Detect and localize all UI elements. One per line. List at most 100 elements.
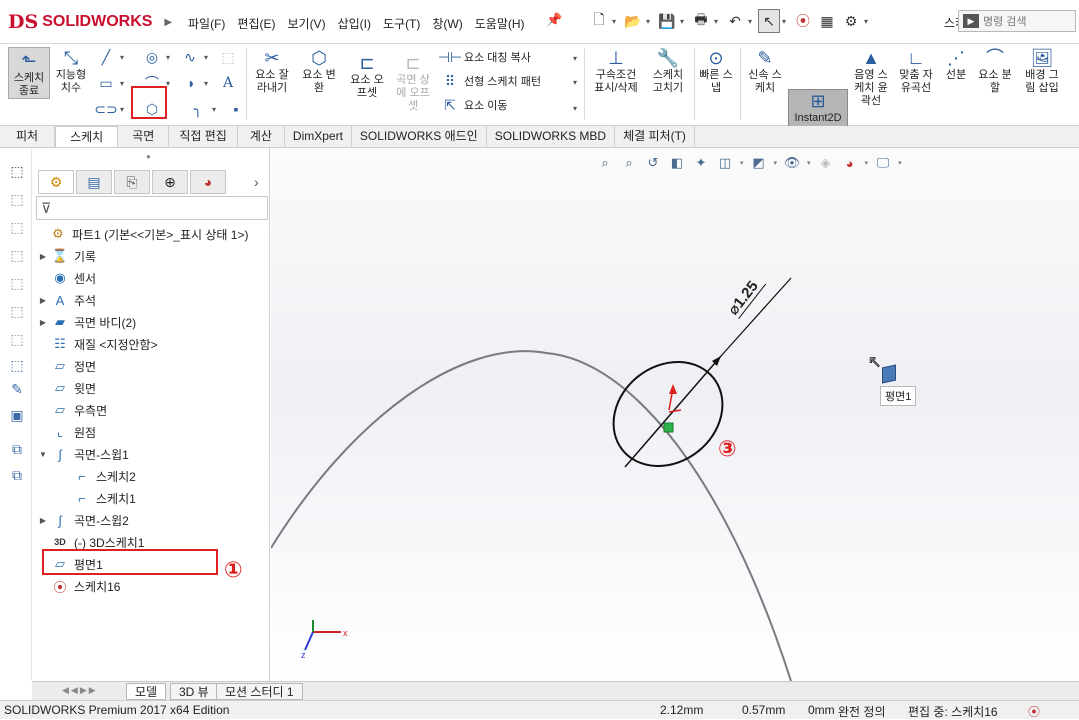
tree-item[interactable]: ▶ ∫ 곡면-스윕2	[36, 510, 129, 530]
tab-3d-view[interactable]: 3D 뷰	[170, 683, 218, 700]
tree-item[interactable]: ▱ 우측면	[36, 400, 107, 420]
copy-icon[interactable]: ⧉	[8, 466, 26, 484]
quick-snaps-button[interactable]: ⊙ 빠른 스 냅	[696, 47, 736, 95]
tab-dimxpert[interactable]: DimXpert	[285, 126, 352, 147]
chevron-down-icon[interactable]: ▾	[204, 53, 208, 62]
feature-manager-tab-icon[interactable]: ⚙	[38, 170, 74, 194]
move-entities-button[interactable]: ⇱ 요소 이동	[440, 96, 507, 114]
tree-item[interactable]: ⚙ 파트1 (기본<<기본>_표시 상태 1>)	[34, 224, 248, 244]
tree-item[interactable]: ▼ ∫ 곡면-스윕1	[36, 444, 129, 464]
open-icon[interactable]: 📂	[622, 9, 644, 33]
tree-item[interactable]: ⌐ 스케치1	[58, 488, 136, 508]
chevron-down-icon[interactable]: ▾	[612, 17, 620, 26]
split-entities-button[interactable]: ⌒ 요소 분 할	[974, 47, 1016, 95]
tree-item[interactable]: ◉ 센서	[36, 268, 96, 288]
solidworks-logo[interactable]: DS SOLIDWORKS ▶	[8, 10, 172, 34]
menu-window[interactable]: 창(W)	[426, 12, 468, 35]
box-icon[interactable]: ⬚	[8, 218, 26, 236]
tab-addins[interactable]: SOLIDWORKS 애드인	[352, 126, 487, 147]
configuration-manager-tab-icon[interactable]: ⎘	[114, 170, 150, 194]
tab-model[interactable]: 모델	[126, 683, 167, 700]
tab-direct-editing[interactable]: 직접 편집	[169, 126, 238, 147]
graphics-area[interactable]: ⌕ ⌕ ↺ ◧ ✦ ◫ ▾ ◩ ▾ 👁 ▾ ◈ ◕ ▾ 🖵 ▾ ⌀1.25 ↖ 평면1 ③…	[271, 148, 1079, 681]
tab-surfaces[interactable]: 곡면	[118, 126, 170, 147]
tree-item[interactable]: ⦿ 스케치16	[36, 576, 120, 596]
box-icon[interactable]: ⬚	[8, 274, 26, 292]
box-icon[interactable]: ⬚	[8, 302, 26, 320]
convert-entities-button[interactable]: ⬡ 요소 변 환	[298, 47, 340, 95]
chevron-down-icon[interactable]: ▾	[782, 17, 790, 26]
pin-icon[interactable]: 📌	[546, 12, 562, 28]
property-manager-tab-icon[interactable]: ▤	[76, 170, 112, 194]
rectangle-icon[interactable]: ▭	[96, 74, 116, 92]
copy-icon[interactable]: ⧉	[8, 440, 26, 458]
chevron-down-icon[interactable]: ▾	[166, 53, 170, 62]
tree-item[interactable]: ▱ 윗면	[36, 378, 96, 398]
filter-input[interactable]: ⊽	[36, 196, 268, 220]
tools-icon[interactable]: ✎	[8, 380, 26, 398]
box-icon[interactable]: ⬚	[8, 330, 26, 348]
chevron-down-icon[interactable]: ▼	[36, 450, 50, 459]
select-icon[interactable]: ⬚	[8, 356, 26, 374]
display-delete-relations-button[interactable]: ⊥ 구속조건 표시/삭제	[588, 47, 644, 95]
save-icon[interactable]: 💾	[656, 9, 678, 33]
print-icon[interactable]: 🖶	[690, 9, 712, 33]
chevron-down-icon[interactable]: ▾	[646, 17, 654, 26]
tab-sketch[interactable]: 스케치	[55, 126, 119, 147]
panel-grip-icon[interactable]: ●	[146, 152, 151, 161]
tab-mbd[interactable]: SOLIDWORKS MBD	[487, 126, 616, 147]
tree-item[interactable]: ☷ 재질 <지정안함>	[36, 334, 157, 354]
mirror-entities-button[interactable]: ⊣⊢ 요소 대칭 복사	[438, 48, 531, 66]
tab-evaluate[interactable]: 계산	[238, 126, 285, 147]
plane-icon[interactable]	[882, 364, 896, 384]
fillet-icon[interactable]: ╮	[188, 100, 208, 118]
chevron-down-icon[interactable]: ▾	[120, 53, 124, 62]
chevron-right-icon[interactable]: ▶	[36, 516, 50, 525]
chevron-down-icon[interactable]: ▾	[204, 79, 208, 88]
line-segment-button[interactable]: ⋰ 선분	[940, 47, 972, 82]
new-document-icon[interactable]: 🗋	[588, 9, 610, 33]
chevron-down-icon[interactable]: ▾	[680, 17, 688, 26]
traffic-light-icon[interactable]: ⦿	[1028, 703, 1040, 720]
smart-dimension-button[interactable]: ⤡ 지능형 치수	[52, 47, 90, 95]
rapid-sketch-button[interactable]: ✎ 신속 스 케치	[744, 47, 786, 95]
tree-item[interactable]: ⌞ 원점	[36, 422, 96, 442]
slot-icon[interactable]: ⊂⊃	[94, 100, 117, 118]
display-manager-tab-icon[interactable]: ◕	[190, 170, 226, 194]
fit-spline-button[interactable]: ∟ 맞춤 자 유곡선	[894, 47, 938, 95]
chevron-down-icon[interactable]: ▾	[714, 17, 722, 26]
chevron-down-icon[interactable]: ▾	[212, 105, 216, 114]
trim-entities-button[interactable]: ✂ 요소 잘 라내기	[250, 47, 294, 95]
gear-icon[interactable]: ⚙	[840, 9, 862, 33]
point-icon[interactable]: ▪	[226, 100, 246, 118]
menu-file[interactable]: 파일(F)	[182, 12, 231, 35]
chevron-down-icon[interactable]: ▾	[573, 104, 577, 113]
chevron-right-icon[interactable]: ›	[254, 174, 259, 190]
traffic-light-icon[interactable]: ⦿	[792, 9, 814, 33]
menu-view[interactable]: 보기(V)	[281, 12, 331, 35]
repair-sketch-button[interactable]: 🔧 스케치 고치기	[646, 47, 690, 95]
tree-item[interactable]: ▶ A 주석	[36, 290, 96, 310]
menu-insert[interactable]: 삽입(I)	[332, 12, 377, 35]
chevron-down-icon[interactable]: ▾	[573, 78, 577, 87]
tree-item[interactable]: ▶ ⌛ 기록	[36, 246, 96, 266]
tab-fastening-features[interactable]: 체결 피처(T)	[615, 126, 695, 147]
tree-item[interactable]: ⌐ 스케치2	[58, 466, 136, 486]
tab-scroll-arrows-icon[interactable]: ◀◀▶▶	[62, 685, 98, 696]
offset-entities-button[interactable]: ⊏ 요소 오 프셋	[346, 52, 388, 100]
chevron-right-icon[interactable]: ▶	[36, 296, 50, 305]
options-icon[interactable]: ▦	[816, 9, 838, 33]
chevron-right-icon[interactable]: ▶	[36, 318, 50, 327]
chevron-down-icon[interactable]: ▾	[864, 17, 872, 26]
box-icon[interactable]: ⬚	[8, 246, 26, 264]
chevron-down-icon[interactable]: ▾	[120, 105, 124, 114]
tree-item[interactable]: ▶ ▰ 곡면 바디(2)	[36, 312, 136, 332]
tab-motion-study[interactable]: 모션 스터디 1	[216, 683, 303, 700]
chevron-down-icon[interactable]: ▾	[120, 79, 124, 88]
undo-icon[interactable]: ↶	[724, 9, 746, 33]
linear-pattern-button[interactable]: ⠿ 선형 스케치 패턴	[440, 72, 541, 90]
command-search-input[interactable]: ▶ 명령 검색	[958, 10, 1076, 32]
spline-icon[interactable]: ∿	[180, 48, 200, 66]
sketch-picture-button[interactable]: 🖼 배경 그 림 삽입	[1018, 47, 1066, 95]
exit-sketch-button[interactable]: ⬑ 스케치 종료	[8, 47, 50, 99]
